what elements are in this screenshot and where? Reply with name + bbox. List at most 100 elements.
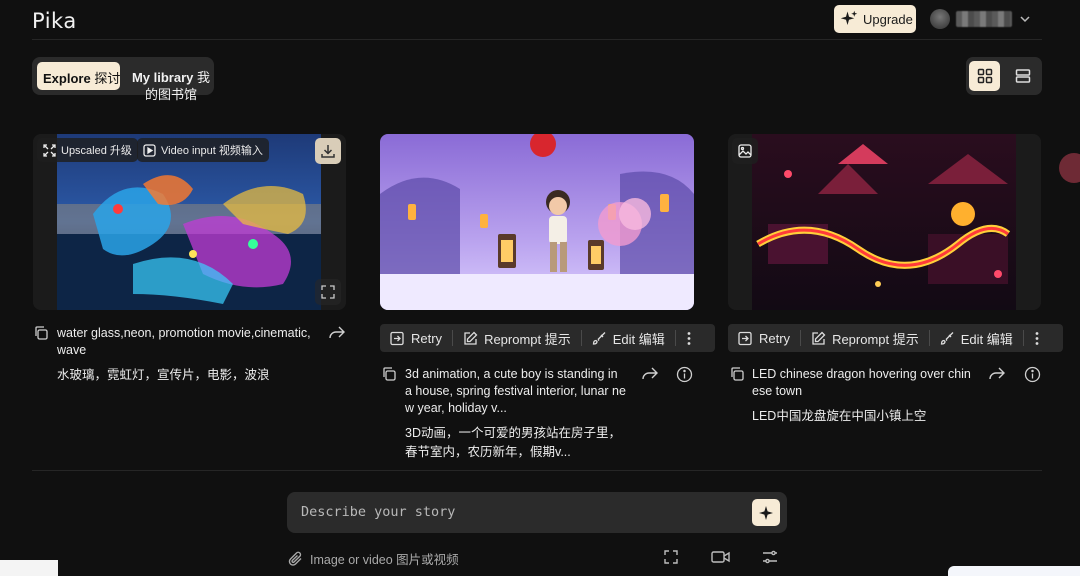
tab-explore[interactable]: Explore 探讨 [37,62,120,90]
tab-bar: Explore 探讨 My library 我 的图书馆 [32,57,214,102]
copy-icon[interactable] [33,325,49,341]
caption-line: a house, spring festival interior, lunar… [405,384,626,398]
chevron-down-icon [1018,12,1032,26]
retry-icon [390,331,405,346]
info-icon[interactable] [676,366,693,383]
story-prompt-input[interactable] [301,504,721,520]
image-icon [738,144,752,158]
grid-view-button[interactable] [969,61,1000,91]
prompt-caption-zh: 水玻璃，霓虹灯，宣传片，电影，波浪 [57,368,270,382]
more-vertical-icon [1034,331,1040,346]
info-icon[interactable] [1024,366,1041,383]
tab-library-label: My library [131,70,194,85]
tab-my-library[interactable]: My library 我 的图书馆 [131,69,211,103]
edit-button[interactable]: Edit 编辑 [930,324,1023,352]
sparkle-icon [840,10,858,28]
caption-line: wave [57,343,87,357]
caption-line: w year, holiday v... [405,401,507,415]
retry-button[interactable]: Retry [728,324,800,352]
reprompt-button[interactable]: Reprompt 提示 [801,324,929,352]
expand-icon [43,143,56,157]
reprompt-label: Reprompt 提示 [832,331,919,347]
more-options-button[interactable] [676,324,702,352]
image-input-badge [732,138,758,164]
video-camera-icon [711,549,730,565]
retry-button[interactable]: Retry [380,324,452,352]
user-menu[interactable] [930,9,1032,29]
rows-icon [1015,68,1031,84]
caption-line: 3d animation, a cute boy is standing in [405,367,618,381]
upgrade-label: Upgrade [863,11,913,27]
list-view-button[interactable] [1007,61,1038,91]
caption-line: ese town [752,384,803,398]
caption-line: 春节室内，农历新年，假期v... [405,445,571,459]
download-icon [320,143,336,159]
video-input-label: Video input 视频输入 [161,145,263,157]
reprompt-button[interactable]: Reprompt 提示 [453,324,581,352]
more-vertical-icon [686,331,692,346]
header-divider [32,39,1042,40]
play-square-icon [143,143,156,157]
fullscreen-button[interactable] [315,279,341,305]
retry-label: Retry [759,330,791,346]
tab-explore-label-zh: 探讨 [94,71,121,86]
footer-divider [32,470,1042,471]
camera-control-button[interactable] [711,549,730,565]
attach-media-button[interactable]: Image or video 图片或视频 [288,549,459,568]
brush-icon [592,331,607,346]
video-input-badge: Video input 视频输入 [137,138,269,162]
prompt-caption: water glass,neon, promotion movie,cinema… [57,325,317,359]
more-options-button[interactable] [1024,324,1050,352]
tab-library-label-zh-2: 的图书馆 [144,87,197,102]
upgrade-button[interactable]: Upgrade [834,5,916,33]
prompt-caption-zh: 3D动画，一个可爱的男孩站在房子里， 春节室内，农历新年，假期v... [405,424,645,462]
retry-icon [738,331,753,346]
username-redacted [956,11,1012,27]
sparkle-icon [758,505,774,521]
edit-square-icon [811,331,826,346]
video-thumbnail-spring-festival[interactable] [380,134,694,310]
floating-helper-bubble[interactable] [1059,153,1080,183]
edit-square-icon [463,331,478,346]
grid-icon [977,68,993,84]
attach-label: Image or video 图片或视频 [310,553,459,567]
prompt-caption-zh: LED中国龙盘旋在中国小镇上空 [752,407,992,426]
action-bar: Retry Reprompt 提示 Edit 编辑 [728,324,1063,352]
copy-icon[interactable] [729,366,745,382]
copy-icon[interactable] [381,366,397,382]
retry-label: Retry [411,330,443,346]
system-taskbar-fragment [948,566,1080,576]
avatar [930,9,950,29]
crop-frame-icon [663,549,679,565]
system-corner-widget [0,560,58,576]
caption-line: water glass,neon, promotion movie,cinema… [57,326,311,340]
video-thumbnail-led-dragon[interactable] [728,134,1041,310]
edit-button[interactable]: Edit 编辑 [582,324,675,352]
caption-line: 3D动画，一个可爱的男孩站在房子里， [405,426,621,440]
action-bar: Retry Reprompt 提示 Edit 编辑 [380,324,715,352]
brush-icon [940,331,955,346]
caption-line: LED chinese dragon hovering over chin [752,367,971,381]
share-icon[interactable] [641,366,659,382]
view-toggle [966,57,1042,95]
reprompt-label: Reprompt 提示 [484,331,571,347]
sliders-icon [762,549,778,565]
upscaled-badge: Upscaled 升级 [37,138,138,162]
video-thumbnail-water-dragon[interactable]: Upscaled 升级 Video input 视频输入 [33,134,346,310]
pika-logo[interactable]: Pika [32,9,77,33]
upscaled-label: Upscaled 升级 [61,145,132,157]
tab-library-label-zh: 我 [197,70,211,85]
edit-label: Edit 编辑 [960,331,1013,347]
download-button[interactable] [315,138,341,164]
generate-button[interactable] [752,499,780,526]
share-icon[interactable] [988,366,1006,382]
share-icon[interactable] [328,325,346,341]
fullscreen-icon [321,285,335,299]
caption-line: LED中国龙盘旋在中国小镇上空 [752,409,927,423]
spring-festival-image [380,134,694,310]
aspect-ratio-button[interactable] [663,549,679,565]
edit-label: Edit 编辑 [612,331,665,347]
prompt-caption: 3d animation, a cute boy is standing in … [405,366,630,417]
settings-button[interactable] [762,549,778,565]
prompt-caption: LED chinese dragon hovering over chin es… [752,366,977,400]
